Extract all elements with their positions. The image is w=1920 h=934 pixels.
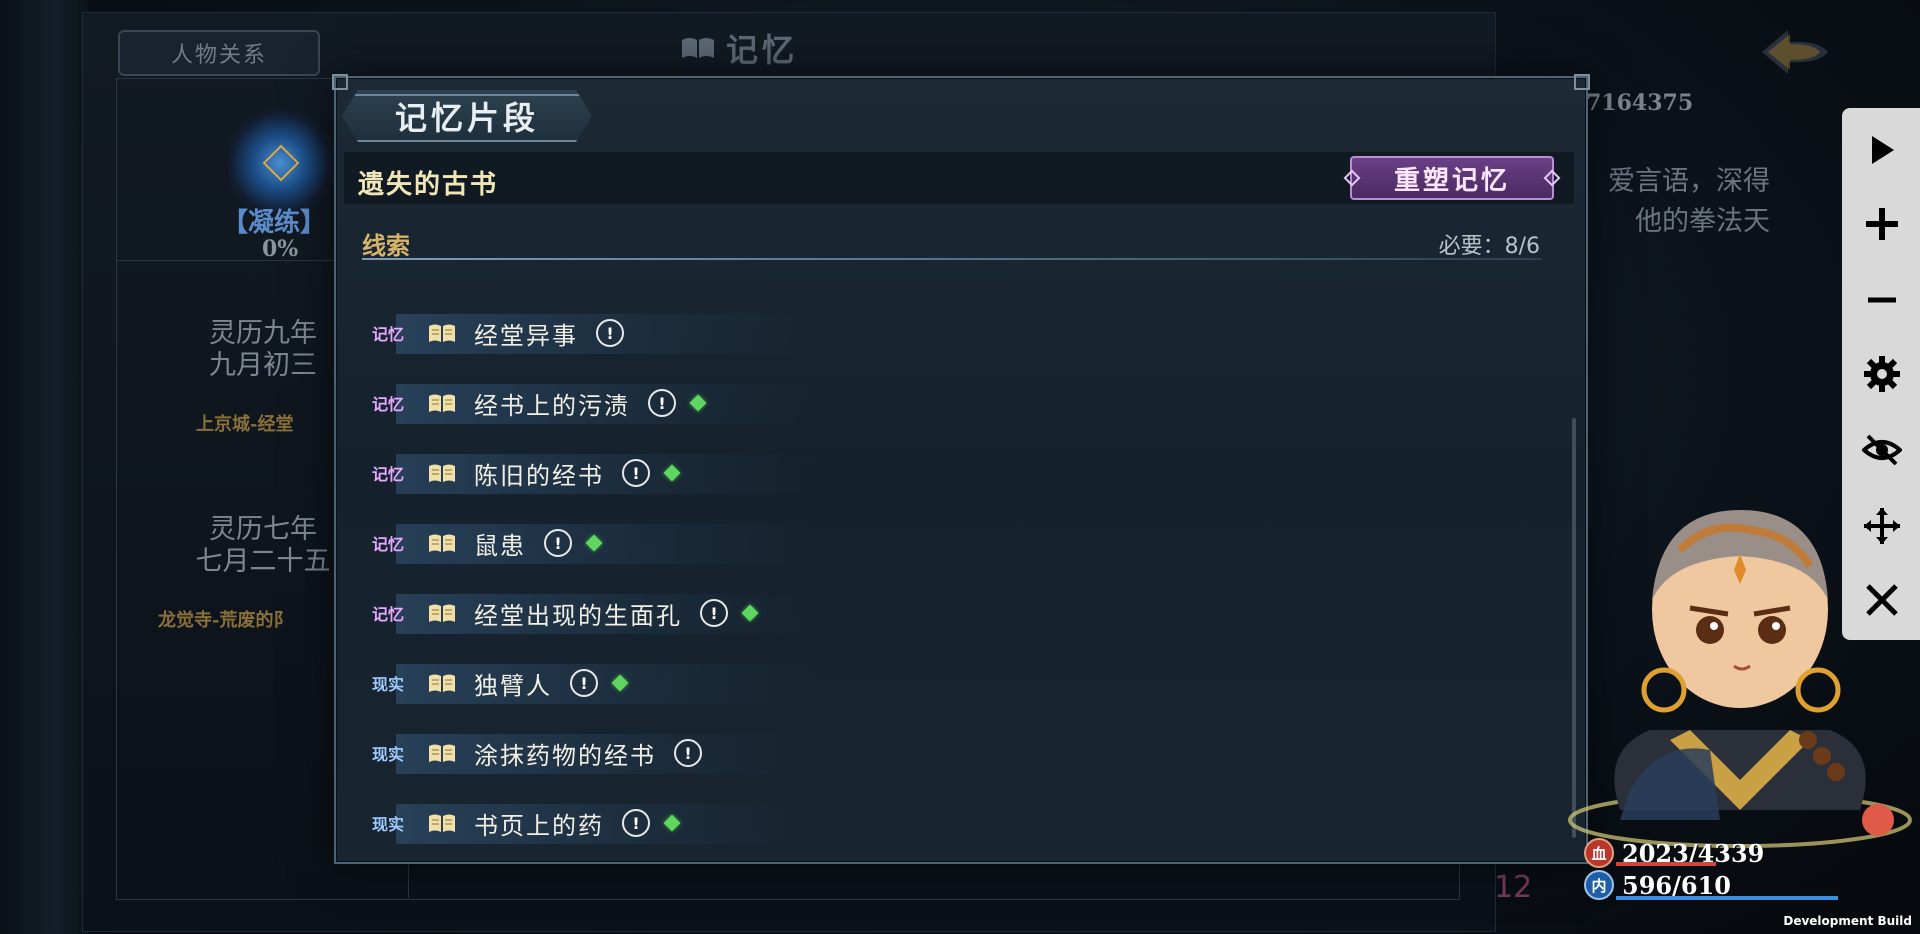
entry-date-line: 七月二十五 [195,546,331,577]
clue-text: 鼠患 [474,531,526,560]
entry-date-line: 灵历七年 [209,514,317,545]
memory-fragment-dialog: 记忆片段 遗失的古书 重塑记忆 线索 必要：8/6 记忆 经堂异事 ! 记忆 经… [332,74,1590,864]
clue-text: 涂抹药物的经书 [474,741,656,770]
clue-row[interactable]: 现实 独臂人 ! [360,648,1260,718]
dialog-subtitle: 遗失的古书 [358,170,499,200]
clue-text: 独臂人 [474,671,552,700]
background-title: 记忆 [680,28,799,69]
required-count: 必要：8/6 [1438,234,1540,259]
reshape-memory-button[interactable]: 重塑记忆 [1350,156,1554,200]
clue-text: 经堂出现的生面孔 [474,601,682,630]
alert-icon[interactable]: ! [674,739,702,767]
left-rail [0,0,88,934]
row-highlight [396,524,816,564]
book-icon [429,464,455,482]
hp-bar [1616,862,1716,866]
reality-tag: 现实 [371,745,404,764]
row-highlight [396,664,816,704]
clue-header-line [362,258,1542,260]
entry-date-line: 九月初三 [209,350,317,381]
close-icon[interactable] [1862,580,1902,620]
clue-row[interactable]: 记忆 陈旧的经书 ! [360,438,1260,508]
book-icon [429,674,455,692]
plus-icon[interactable] [1862,204,1902,244]
mp-bar [1616,896,1838,900]
reality-tag: 现实 [371,815,404,834]
background-description: 爱言语，深得 他的拳法天 [1580,162,1770,242]
clue-row[interactable]: 记忆 鼠患 ! [360,508,1260,578]
book-icon [429,394,455,412]
background-title-text: 记忆 [726,31,799,69]
minus-icon[interactable] [1862,280,1902,320]
refine-label: 【凝练】 [222,208,327,238]
debug-toolbar [1842,108,1920,640]
clue-row[interactable]: 记忆 经书上的污渍 ! [360,368,1260,438]
entry-date-line: 灵历九年 [209,318,317,349]
memory-tag: 记忆 [371,465,404,484]
entry-place: 龙觉寺-荒废的阝 [158,610,292,631]
clue-header: 线索 [362,231,410,260]
description-line: 他的拳法天 [1635,206,1770,237]
clue-text: 经书上的污渍 [474,391,630,420]
corner-ornament [1574,74,1590,90]
hp-icon: 血 [1584,838,1614,868]
entry-place: 上京城-经堂 [196,414,294,435]
clue-text: 经堂异事 [474,321,578,350]
memory-tag: 记忆 [371,605,404,624]
play-icon[interactable] [1862,130,1902,170]
row-highlight [396,804,816,844]
clue-text: 陈旧的经书 [474,461,604,490]
refine-percent: 0% [262,236,299,262]
page-number: 12 [1494,870,1533,905]
entry-date[interactable]: 灵历九年 九月初三 [168,318,358,382]
background-number: 7164375 [1586,90,1694,116]
memory-tag: 记忆 [371,325,404,344]
clue-row[interactable]: 记忆 经堂出现的生面孔 ! [360,578,1260,648]
clue-list: 记忆 经堂异事 ! 记忆 经书上的污渍 ! 记忆 陈旧的经书 ! 记忆 鼠患 ! [360,298,1260,858]
book-icon [429,744,455,762]
clue-text: 书页上的药 [474,811,604,840]
move-icon[interactable] [1862,506,1902,546]
alert-icon[interactable]: ! [570,669,598,697]
row-highlight [396,454,816,494]
tab-relations[interactable]: 人物关系 [118,30,320,76]
back-arrow-icon[interactable] [1758,22,1838,82]
dialog-title-tab: 记忆片段 [342,90,592,142]
alert-icon[interactable]: ! [544,529,572,557]
reality-tag: 现实 [371,675,404,694]
book-icon [429,534,455,552]
clue-row[interactable]: 现实 涂抹药物的经书 ! [360,718,1260,788]
alert-icon[interactable]: ! [622,809,650,837]
dev-build-label: Development Build [1783,914,1912,928]
eye-off-icon[interactable] [1862,430,1902,470]
clue-row[interactable]: 现实 书页上的药 ! [360,788,1260,858]
book-icon [429,324,455,342]
dialog-title: 记忆片段 [394,99,539,137]
book-icon [682,38,714,58]
corner-ornament [332,74,348,90]
memory-tag: 记忆 [371,395,404,414]
alert-icon[interactable]: ! [596,319,624,347]
clue-row[interactable]: 记忆 经堂异事 ! [360,298,1260,368]
memory-tag: 记忆 [371,535,404,554]
alert-icon[interactable]: ! [648,389,676,417]
entry-date[interactable]: 灵历七年 七月二十五 [168,514,358,578]
book-icon [429,604,455,622]
alert-icon[interactable]: ! [700,599,728,627]
alert-icon[interactable]: ! [622,459,650,487]
description-line: 爱言语，深得 [1608,166,1770,197]
mp-icon: 内 [1584,870,1614,900]
book-icon [429,814,455,832]
gear-icon[interactable] [1862,354,1902,394]
